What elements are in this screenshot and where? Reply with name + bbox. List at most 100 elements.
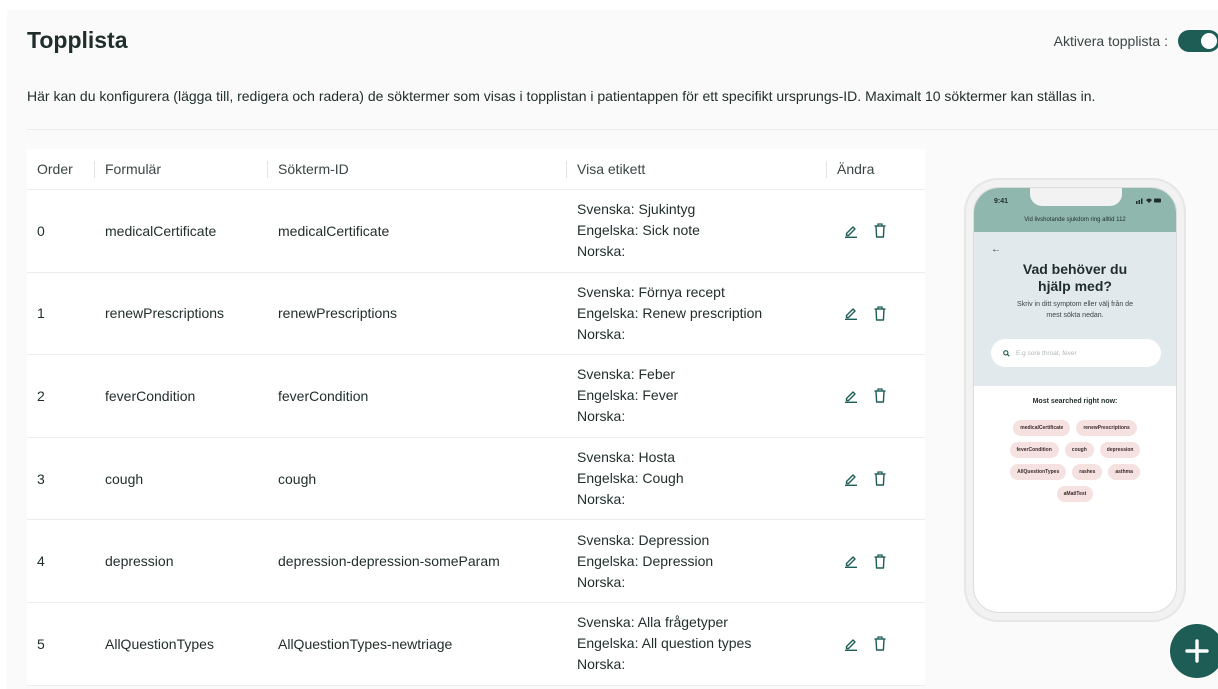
cell-term-id: AllQuestionTypes-newtriage (278, 635, 453, 652)
label-norwegian: Norska: (577, 243, 626, 260)
cell-form: medicalCertificate (105, 222, 217, 239)
phone-screen: 9:41 Vid livshotande sjukdom ring alltid… (973, 187, 1177, 613)
cell-order: 4 (37, 553, 45, 570)
cell-form: cough (105, 470, 144, 487)
label-swedish: Svenska: Depression (577, 531, 710, 548)
cell-actions (826, 636, 925, 651)
cell-term-id: cough (278, 470, 317, 487)
phone-search-bar: E.g sore throat, fever (991, 339, 1161, 367)
cell-labels: Svenska: Förnya recept Engelska: Renew pr… (566, 282, 826, 345)
phone-hero: ← Vad behöver du hjälp med? Skriv in dit… (974, 232, 1176, 386)
cell-order: 0 (37, 222, 45, 239)
phone-heading-text: Vad behöver du hjälp med? (1022, 261, 1128, 294)
search-chip: depression (1099, 442, 1141, 458)
back-arrow-icon: ← (991, 244, 1001, 255)
phone-heading: Vad behöver du hjälp med? (974, 261, 1176, 295)
pencil-icon[interactable] (844, 224, 858, 238)
column-header-order: Order (37, 161, 73, 177)
trash-icon[interactable] (874, 388, 886, 404)
emergency-notice: Vid livshotande sjukdom ring alltid 112 (1024, 217, 1126, 223)
status-icons (1136, 198, 1161, 204)
table-row: 3 cough cough Svenska: Hosta Engelska: Cough… (27, 438, 925, 521)
toggle-knob (1201, 33, 1217, 49)
label-english: Engelska: Fever (577, 387, 679, 404)
toggle-label: Aktivera topplista : (1053, 33, 1168, 49)
cell-actions (826, 554, 925, 569)
trash-icon[interactable] (874, 554, 886, 569)
cell-term-id: medicalCertificate (278, 222, 390, 239)
phone-subtext: Skriv in ditt symptom eller välj från de… (974, 299, 1176, 321)
label-english: Engelska: Cough (577, 470, 684, 487)
label-norwegian: Norska: (577, 656, 626, 673)
cell-order: 1 (37, 305, 45, 322)
phone-subtext-text: Skriv in ditt symptom eller välj från de… (1017, 301, 1133, 319)
pencil-icon[interactable] (844, 637, 858, 651)
divider (27, 129, 1218, 130)
column-header-edit: Ändra (826, 149, 925, 189)
most-searched-chips: medicalCertificate renewPrescriptions feve… (974, 420, 1176, 502)
phone-time: 9:41 (994, 198, 1009, 205)
label-english: Engelska: Renew prescription (577, 304, 763, 321)
table-row: 4 depression depression-depression-somePar… (27, 520, 925, 603)
topplista-page: Topplista Aktivera topplista : Här kan d… (7, 10, 1218, 689)
pencil-icon[interactable] (844, 389, 858, 403)
cell-form: AllQuestionTypes (105, 635, 214, 652)
label-english: Engelska: Sick note (577, 222, 700, 239)
toplist-table: Order Formulär Sökterm-ID Visa etikett Ä… (27, 149, 925, 686)
label-norwegian: Norska: (577, 325, 626, 342)
label-swedish: Svenska: Hosta (577, 449, 676, 466)
column-header-form: Formulär (94, 149, 267, 189)
label-swedish: Svenska: Sjukintyg (577, 201, 696, 218)
cell-labels: Svenska: Depression Engelska: Depression N… (566, 530, 826, 593)
cell-order: 3 (37, 470, 45, 487)
label-swedish: Svenska: Förnya recept (577, 283, 725, 300)
trash-icon[interactable] (874, 306, 886, 321)
table-header: Order Formulär Sökterm-ID Visa etikett Ä… (27, 149, 925, 190)
search-chip: AllQuestionTypes (1010, 464, 1067, 480)
table-row: 5 AllQuestionTypes AllQuestionTypes-newtri… (27, 603, 925, 686)
cell-form: feverCondition (105, 387, 196, 404)
search-chip: feverCondition (1009, 442, 1059, 458)
cell-order: 2 (37, 387, 45, 404)
cell-order: 5 (37, 635, 45, 652)
cell-actions (826, 306, 925, 321)
phone-search-placeholder: E.g sore throat, fever (1016, 349, 1077, 357)
trash-icon[interactable] (874, 223, 886, 238)
label-english: Engelska: All question types (577, 635, 752, 652)
label-swedish: Svenska: Alla frågetyper (577, 614, 728, 631)
phone-notch (1030, 188, 1122, 206)
cell-labels: Svenska: Hosta Engelska: Cough Norska: (566, 447, 826, 510)
pencil-icon[interactable] (844, 554, 858, 569)
search-icon (1003, 349, 1010, 357)
most-searched-label: Most searched right now: (1032, 398, 1118, 405)
cell-actions (826, 388, 925, 404)
search-chip: asthma (1108, 464, 1140, 480)
trash-icon[interactable] (874, 636, 886, 651)
search-chip: cough (1064, 442, 1094, 458)
cell-labels: Svenska: Feber Engelska: Fever Norska: (566, 364, 826, 427)
trash-icon[interactable] (874, 471, 886, 486)
page-title: Topplista (27, 27, 128, 53)
column-header-term-id: Sökterm-ID (267, 149, 566, 189)
cell-form: depression (105, 553, 174, 570)
phone-header: 9:41 Vid livshotande sjukdom ring alltid… (974, 188, 1176, 232)
table-body: 0 medicalCertificate medicalCertificate Sve… (27, 190, 925, 686)
cell-term-id: renewPrescriptions (278, 305, 398, 322)
search-chip: rashes (1072, 464, 1103, 480)
label-norwegian: Norska: (577, 408, 626, 425)
pencil-icon[interactable] (844, 472, 858, 486)
cell-form: renewPrescriptions (105, 305, 225, 322)
table-row: 0 medicalCertificate medicalCertificate Sve… (27, 190, 925, 273)
top-strip (0, 0, 1218, 10)
search-chip: aMatiTest (1056, 486, 1094, 502)
add-button[interactable] (1170, 624, 1218, 678)
table-row: 2 feverCondition feverCondition Svenska: Fe… (27, 355, 925, 438)
column-header-label: Visa etikett (566, 149, 826, 189)
activate-toplist-toggle[interactable] (1178, 30, 1218, 52)
pencil-icon[interactable] (844, 306, 858, 321)
search-chip: renewPrescriptions (1076, 420, 1137, 436)
cell-actions (826, 223, 925, 238)
label-norwegian: Norska: (577, 573, 626, 590)
cell-actions (826, 471, 925, 486)
label-norwegian: Norska: (577, 491, 626, 508)
